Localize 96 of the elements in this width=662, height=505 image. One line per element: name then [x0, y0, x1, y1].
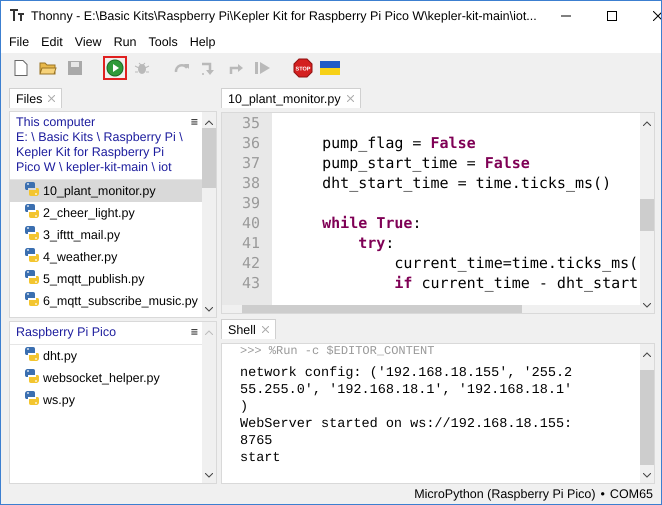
- location-title[interactable]: This computer: [16, 115, 187, 130]
- file-name: ws.py: [43, 392, 75, 408]
- python-file-icon: [24, 203, 40, 219]
- file-list-entry[interactable]: websocket_helper.py: [10, 367, 202, 389]
- file-name: 5_mqtt_publish.py: [43, 272, 144, 286]
- scrollbar[interactable]: [202, 112, 216, 317]
- python-file-icon: [24, 390, 40, 406]
- scrollbar[interactable]: [202, 322, 216, 483]
- location-title[interactable]: Raspberry Pi Pico: [16, 325, 187, 340]
- scroll-down-icon[interactable]: [643, 303, 651, 308]
- run-button[interactable]: [103, 56, 127, 80]
- menu-item[interactable]: Tools: [142, 35, 184, 49]
- python-file-icon: [24, 269, 40, 285]
- file-list-entry[interactable]: 10_plant_monitor.py: [10, 180, 202, 202]
- play-icon: [106, 59, 124, 77]
- window-title: Thonny - E:\Basic Kits\Raspberry Pi\Kepler Kit for Raspberry Pi Pico W\kepler-kit-main\iot...: [31, 9, 537, 23]
- panel-menu-icon[interactable]: ≡: [186, 325, 198, 340]
- interpreter-label[interactable]: MicroPython (Raspberry Pi Pico): [414, 487, 596, 501]
- file-name: 6_mqtt_subscribe_music.py: [43, 294, 198, 308]
- close-icon[interactable]: [262, 326, 269, 333]
- line-number: 41: [240, 233, 261, 253]
- code-line: try:: [357, 233, 396, 253]
- code-line: dht_start_time = time.ticks_ms(): [321, 173, 612, 193]
- folder-path[interactable]: E: \ Basic Kits \ Raspberry Pi \ Kepler Kit for Raspberry Pi Pico W \ kepler-kit-main \ iot: [16, 130, 187, 175]
- file-list-entry[interactable]: 6_mqtt_subscribe_music.py: [10, 290, 202, 312]
- resume-icon: [254, 60, 272, 76]
- menu-item[interactable]: File: [3, 35, 36, 49]
- line-number: 40: [240, 213, 261, 233]
- scrollbar-thumb[interactable]: [242, 305, 522, 313]
- shell-output-line: 8765: [240, 433, 274, 450]
- line-number: 38: [240, 173, 261, 193]
- scroll-down-icon[interactable]: [205, 307, 213, 312]
- file-name: 2_cheer_light.py: [43, 206, 135, 220]
- code-line: pump_start_time = False: [321, 153, 531, 173]
- scroll-down-icon[interactable]: [205, 473, 213, 478]
- python-file-icon: [24, 291, 40, 307]
- file-name: websocket_helper.py: [43, 370, 160, 386]
- port-label[interactable]: COM65: [610, 487, 653, 501]
- menu-item[interactable]: View: [68, 35, 108, 49]
- menu-item[interactable]: Help: [184, 35, 222, 49]
- file-name: 10_plant_monitor.py: [43, 184, 156, 198]
- python-file-icon: [24, 368, 40, 384]
- code-line: pump_flag = False: [321, 133, 477, 153]
- python-file-icon: [24, 181, 40, 197]
- scroll-up-icon[interactable]: [205, 120, 213, 125]
- file-list-entry[interactable]: 2_cheer_light.py: [10, 202, 202, 224]
- scroll-up-icon[interactable]: [643, 352, 651, 357]
- line-number: 42: [240, 253, 261, 273]
- line-number: 39: [240, 193, 261, 213]
- line-number: 35: [240, 113, 261, 133]
- close-icon[interactable]: [346, 95, 354, 102]
- scrollbar-thumb[interactable]: [640, 370, 654, 465]
- file-list-entry[interactable]: dht.py: [10, 345, 202, 367]
- line-number: 37: [240, 153, 261, 173]
- menu-item[interactable]: Edit: [35, 35, 69, 49]
- python-file-icon: [24, 247, 40, 263]
- shell-output-line: ): [240, 399, 250, 416]
- tab[interactable]: Shell: [221, 319, 276, 339]
- scrollbar[interactable]: [640, 113, 654, 313]
- scrollbar-thumb[interactable]: [202, 128, 216, 188]
- file-list-entry[interactable]: 4_weather.py: [10, 246, 202, 268]
- file-name: 3_ifttt_mail.py: [43, 228, 120, 242]
- code-line: while True:: [321, 213, 422, 233]
- menu-item[interactable]: Run: [108, 35, 143, 49]
- tab[interactable]: Files: [9, 88, 62, 108]
- new-file-icon: [14, 60, 28, 76]
- line-number: 36: [240, 133, 261, 153]
- shell-output-line: 55.255.0', '192.168.18.1', '192.168.18.1': [240, 382, 574, 399]
- tab[interactable]: 10_plant_monitor.py: [221, 88, 361, 108]
- file-name: dht.py: [43, 348, 78, 364]
- flag-icon: [320, 60, 340, 76]
- shell-command: >>> %Run -c $EDITOR_CONTENT: [240, 344, 436, 359]
- shell-output-line: network config: ('192.168.18.155', '255.2: [240, 365, 574, 382]
- code-line: current_time=time.ticks_ms(: [393, 253, 640, 273]
- file-list-entry[interactable]: ws.py: [10, 389, 202, 411]
- file-name: 4_weather.py: [43, 250, 118, 264]
- python-file-icon: [24, 225, 40, 241]
- app-logo-icon: [9, 6, 25, 22]
- close-icon: [652, 11, 661, 21]
- scrollbar[interactable]: [640, 344, 654, 483]
- horizontal-scrollbar[interactable]: [222, 305, 640, 313]
- shell-output-line: start: [240, 450, 282, 467]
- status-separator: •: [600, 487, 605, 501]
- maximize-icon: [606, 11, 617, 21]
- panel-menu-icon[interactable]: ≡: [186, 115, 198, 175]
- scrollbar-thumb[interactable]: [640, 199, 654, 231]
- scroll-down-icon[interactable]: [643, 473, 651, 478]
- folder-icon: [39, 60, 57, 76]
- python-file-icon: [24, 346, 40, 362]
- file-list-entry[interactable]: 3_ifttt_mail.py: [10, 224, 202, 246]
- shell-output-line: WebServer started on ws://192.168.18.155:: [240, 416, 574, 433]
- close-icon[interactable]: [48, 95, 56, 102]
- code-line: if current_time - dht_start: [393, 273, 640, 293]
- scroll-up-icon[interactable]: [643, 121, 651, 126]
- file-list-entry[interactable]: 5_mqtt_publish.py: [10, 268, 202, 290]
- line-number: 43: [240, 273, 261, 293]
